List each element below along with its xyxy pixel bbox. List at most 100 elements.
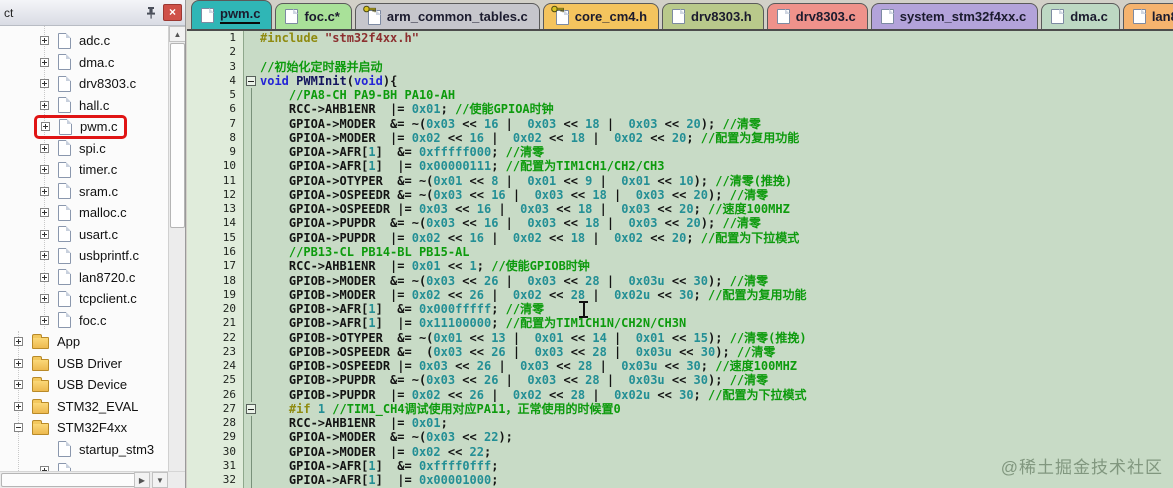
tree-item-dma.c[interactable]: dma.c [0,52,168,74]
tree-item-hall.c[interactable]: hall.c [0,95,168,117]
tab-drv8303.c[interactable]: drv8303.c [766,3,868,29]
tab-label: dma.c [1070,9,1108,24]
code-line[interactable]: 3 //初始化定时器并启动 [187,60,1173,74]
expand-icon[interactable] [40,315,49,325]
code-line[interactable]: 14 GPIOA->PUPDR &= ~(0x03 << 16 | 0x03 <… [187,216,1173,231]
expand-icon[interactable] [14,337,23,347]
expand-icon[interactable] [14,380,23,390]
code-text: GPIOB->AFR[1] &= 0x000fffff; //清零 [260,302,545,317]
code-line[interactable]: 9 GPIOA->AFR[1] &= 0xfffff000; //清零 [187,145,1173,160]
code-line[interactable]: 25 GPIOB->PUPDR &= ~(0x03 << 26 | 0x03 <… [187,373,1173,388]
tree-item-STM32_EVAL[interactable]: STM32_EVAL [0,396,168,418]
expand-icon[interactable] [40,36,49,46]
tree-item-pwm.c[interactable]: pwm.c [0,114,168,139]
tab-drv8303.h[interactable]: drv8303.h [662,3,764,29]
code-line[interactable]: 7 GPIOA->MODER &= ~(0x03 << 16 | 0x03 <<… [187,116,1173,131]
tree-item-USB Driver[interactable]: USB Driver [0,353,168,375]
tree-item-startup_stm3[interactable]: startup_stm3 [0,439,168,461]
expand-icon[interactable] [14,401,23,411]
expand-icon[interactable] [40,79,49,89]
tree-item-malloc.c[interactable]: malloc.c [0,202,168,224]
tree-item-timer.c[interactable]: timer.c [0,159,168,181]
tree-item-spi.c[interactable]: spi.c [0,138,168,160]
folder-icon [32,334,49,350]
code-text: GPIOA->MODER |= 0x02 << 16 | 0x02 << 18 … [260,130,800,145]
code-line[interactable]: 12 GPIOA->OSPEEDR &= ~(0x03 << 16 | 0x03… [187,187,1173,203]
code-line[interactable]: 2 [187,45,1173,59]
tab-lan8720.c[interactable]: lan8720.c [1122,3,1173,29]
code-line[interactable]: 15 GPIOA->PUPDR |= 0x02 << 16 | 0x02 << … [187,230,1173,245]
fold-collapse-icon[interactable] [244,402,260,416]
fold-margin [244,259,260,274]
tree-item-label: usbprintf.c [79,248,139,264]
expand-icon[interactable] [40,294,49,304]
tree-item-usbprintf.c[interactable]: usbprintf.c [0,245,168,267]
tree-item-STM32F4xx[interactable]: STM32F4xx [0,417,168,439]
expand-icon[interactable] [41,122,50,132]
expand-icon[interactable] [40,100,49,110]
expand-icon[interactable] [40,165,49,175]
sidebar-horizontal-scrollbar[interactable]: ▶ ▼ [0,471,185,488]
expand-icon[interactable] [40,251,49,261]
expand-icon[interactable] [40,208,49,218]
line-number: 6 [229,102,236,116]
code-line[interactable]: 5 //PA8-CH PA9-BH PA10-AH [187,88,1173,103]
tab-arm_common_tables.c[interactable]: arm_common_tables.c [354,3,540,29]
expand-icon[interactable] [40,272,49,282]
code-line[interactable]: 4 void PWMInit(void){ [187,74,1173,88]
line-number: 27 [222,401,236,415]
tab-foc.c[interactable]: foc.c* [275,3,352,29]
expand-icon[interactable] [40,229,49,239]
sidebar-vertical-scrollbar[interactable]: ▲ [168,26,185,471]
expand-icon[interactable] [14,358,23,368]
tree-item-foc.c[interactable]: foc.c [0,310,168,332]
collapse-icon[interactable] [14,423,23,433]
tree-item-USB Device[interactable]: USB Device [0,374,168,396]
tree-item-tcpclient.c[interactable]: tcpclient.c [0,288,168,310]
code-line[interactable]: 16 //PB13-CL PB14-BL PB15-AL [187,244,1173,260]
fold-collapse-icon[interactable] [244,74,260,88]
code-line[interactable]: 23 GPIOB->OSPEEDR &= (0x03 << 26 | 0x03 … [187,344,1173,360]
panel-title: ct [4,5,14,20]
tab-pwm.c[interactable]: pwm.c [191,0,273,29]
code-line[interactable]: 6 RCC->AHB1ENR |= 0x01; //使能GPIOA时钟 [187,102,1173,117]
code-text: #include "stm32f4xx.h" [260,31,419,45]
expand-icon[interactable] [40,186,49,196]
expand-icon[interactable] [40,143,49,153]
code-line[interactable]: 17 RCC->AHB1ENR |= 0x01 << 1; //使能GPIOB时… [187,259,1173,274]
code-line[interactable]: 10 GPIOA->AFR[1] |= 0x00000111; //配置为TIM… [187,159,1173,174]
code-line[interactable]: 20 GPIOB->AFR[1] &= 0x000fffff; //清零 [187,302,1173,317]
code-editor[interactable]: 1 #include "stm32f4xx.h" 2 3 //初始化定时器并启动 4 voi… [187,31,1173,488]
tree-item-usart.c[interactable]: usart.c [0,224,168,246]
code-line[interactable]: 8 GPIOA->MODER |= 0x02 << 16 | 0x02 << 1… [187,130,1173,146]
code-line[interactable]: 1 #include "stm32f4xx.h" [187,31,1173,45]
close-icon[interactable]: × [163,4,182,21]
code-line[interactable]: 27 #if 1 //TIM1_CH4调试使用对应PA11，正常使用的时候置0 [187,402,1173,416]
tree-item-lan8720.c[interactable]: lan8720.c [0,267,168,289]
code-line[interactable]: 29 GPIOA->MODER &= ~(0x03 << 22); [187,430,1173,445]
scrollbar-thumb[interactable] [1,473,141,487]
code-line[interactable]: 18 GPIOB->MODER &= ~(0x03 << 26 | 0x03 <… [187,273,1173,288]
tree-item-drv8303.c[interactable]: drv8303.c [0,73,168,95]
pin-icon[interactable] [142,4,160,22]
code-line[interactable]: 11 GPIOA->OTYPER &= ~(0x01 << 8 | 0x01 <… [187,173,1173,188]
scroll-down-icon[interactable]: ▼ [152,472,168,488]
expand-icon[interactable] [40,57,49,67]
code-line[interactable]: 28 RCC->AHB1ENR |= 0x01; [187,416,1173,431]
tab-core_cm4.h[interactable]: core_cm4.h [542,3,660,29]
tab-system_stm32f4xx.c[interactable]: system_stm32f4xx.c [870,3,1039,29]
tree-item-adc.c[interactable]: adc.c [0,30,168,52]
tree-item[interactable] [0,460,168,471]
tree-item-sram.c[interactable]: sram.c [0,181,168,203]
code-line[interactable]: 24 GPIOB->OSPEEDR |= 0x03 << 26 | 0x03 <… [187,359,1173,374]
code-line[interactable]: 21 GPIOB->AFR[1] |= 0x11100000; //配置为TIM… [187,316,1173,331]
tab-dma.c[interactable]: dma.c [1041,3,1120,29]
code-line[interactable]: 13 GPIOA->OSPEEDR |= 0x03 << 16 | 0x03 <… [187,202,1173,217]
code-line[interactable]: 26 GPIOB->PUPDR |= 0x02 << 26 | 0x02 << … [187,387,1173,402]
scroll-up-icon[interactable]: ▲ [169,26,185,42]
code-line[interactable]: 22 GPIOB->OTYPER &= ~(0x01 << 13 | 0x01 … [187,330,1173,345]
code-line[interactable]: 19 GPIOB->MODER |= 0x02 << 26 | 0x02 << … [187,287,1173,303]
scrollbar-thumb[interactable] [170,43,185,228]
scroll-right-icon[interactable]: ▶ [134,472,150,488]
tree-item-App[interactable]: App [0,331,168,353]
